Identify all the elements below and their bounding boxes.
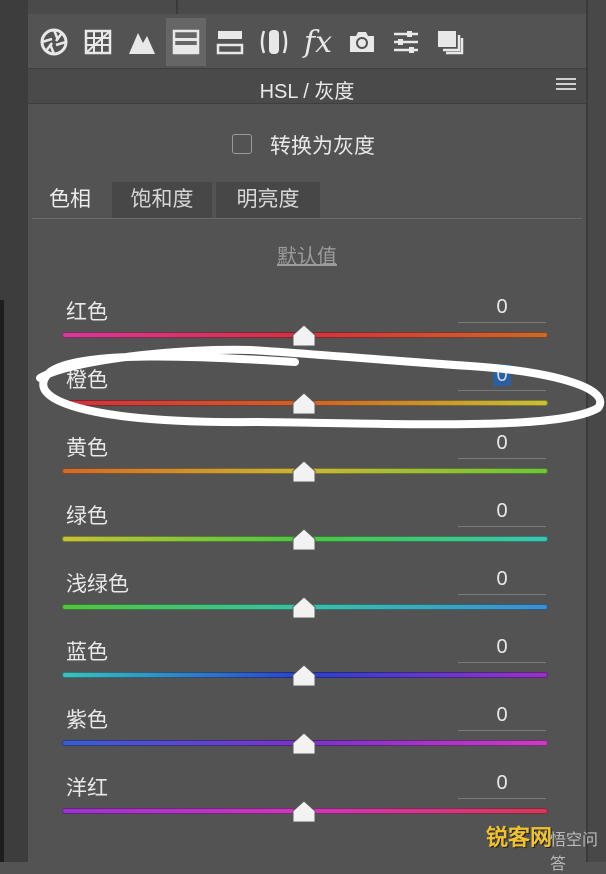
slider-row: 黄色 0	[28, 432, 586, 492]
presets-sliders-tab[interactable]	[386, 18, 426, 66]
split-tone-tab[interactable]	[210, 18, 250, 66]
slider-label: 橙色	[66, 369, 108, 392]
panel-title: HSL / 灰度	[259, 81, 355, 103]
presets-icon	[438, 31, 464, 55]
slider-value-input[interactable]: 0	[458, 704, 546, 731]
slider-value-input[interactable]: 0	[458, 568, 546, 595]
basic-tab-aperture-icon[interactable]	[34, 18, 74, 66]
panel-toolbar: fx	[28, 16, 586, 68]
tone-curve-grid-icon[interactable]	[78, 18, 118, 66]
slider-value-input[interactable]: 0	[458, 432, 546, 459]
convert-grayscale-checkbox[interactable]	[232, 134, 252, 154]
hsl-tab[interactable]	[166, 18, 206, 66]
slider-value-input[interactable]: 0	[458, 772, 546, 799]
slider-label: 蓝色	[66, 641, 108, 664]
panel-header: HSL / 灰度	[28, 68, 586, 104]
slider-thumb[interactable]	[292, 460, 316, 484]
right-scrollbar[interactable]	[586, 0, 606, 862]
slider-value-input[interactable]: 0	[458, 636, 546, 663]
detail-mountain-icon[interactable]	[122, 18, 162, 66]
slider-value-input[interactable]: 0	[458, 296, 546, 323]
aperture-icon	[40, 28, 68, 56]
slider-row: 绿色 0	[28, 500, 586, 560]
slider-row: 蓝色 0	[28, 636, 586, 696]
slider-thumb[interactable]	[292, 800, 316, 824]
effects-tab[interactable]: fx	[298, 18, 338, 66]
slider-value-text: 0	[496, 568, 508, 590]
slider-row: 浅绿色 0	[28, 568, 586, 628]
slider-thumb[interactable]	[292, 528, 316, 552]
default-link[interactable]: 默认值	[28, 240, 586, 269]
slider-label: 紫色	[66, 709, 108, 732]
watermark: 锐客网 悟空问答	[480, 818, 606, 873]
camera-icon	[350, 32, 374, 52]
hsl-subtabs: 色相 饱和度 明亮度	[32, 182, 582, 219]
sliders-icon	[394, 31, 418, 53]
hsl-panel: fx HSL / 灰度 转换为灰度 色相 饱和度 明亮度 默认值 红色 0 橙色…	[28, 0, 586, 862]
slider-value-text: 0	[496, 704, 508, 726]
lens-icon	[260, 30, 288, 54]
slider-thumb[interactable]	[292, 596, 316, 620]
tab-saturation[interactable]: 饱和度	[112, 182, 212, 218]
watermark-subtext: 悟空问答	[550, 832, 599, 873]
slider-label: 红色	[66, 301, 108, 324]
convert-grayscale-row: 转换为灰度	[28, 128, 586, 162]
tab-hue[interactable]: 色相	[32, 182, 108, 218]
slider-row: 红色 0	[28, 296, 586, 356]
slider-value-input[interactable]: 0	[458, 364, 546, 391]
mountain-icon	[129, 33, 155, 54]
slider-thumb[interactable]	[292, 664, 316, 688]
fx-icon: fx	[303, 24, 333, 60]
calibration-tab[interactable]	[342, 18, 382, 66]
slider-value-text: 0	[496, 500, 508, 522]
lens-tab[interactable]	[254, 18, 294, 66]
convert-grayscale-label: 转换为灰度	[270, 135, 375, 158]
slider-thumb[interactable]	[292, 392, 316, 416]
slider-label: 黄色	[66, 437, 108, 460]
grid-icon	[84, 29, 112, 55]
slider-label: 洋红	[66, 777, 108, 800]
slider-thumb[interactable]	[292, 732, 316, 756]
left-panel-edge	[0, 0, 28, 862]
top-separator	[176, 0, 178, 14]
slider-value-input[interactable]: 0	[458, 500, 546, 527]
split-tone-icon	[216, 31, 244, 55]
panel-menu-icon[interactable]	[556, 78, 576, 94]
snapshots-tab[interactable]	[430, 18, 470, 66]
panel-top-bar	[28, 0, 586, 14]
slider-value-text: 0	[496, 636, 508, 658]
tab-luminance[interactable]: 明亮度	[216, 182, 320, 218]
slider-row: 紫色 0	[28, 704, 586, 764]
slider-thumb[interactable]	[292, 324, 316, 348]
slider-row: 橙色 0	[28, 364, 586, 424]
slider-label: 绿色	[66, 505, 108, 528]
watermark-text: 锐客网	[486, 825, 553, 850]
hsl-icon	[172, 29, 200, 55]
slider-value-text: 0	[496, 772, 508, 794]
slider-value-text: 0	[493, 364, 511, 386]
dark-edge	[0, 300, 4, 862]
slider-label: 浅绿色	[66, 573, 129, 596]
slider-value-text: 0	[496, 432, 508, 454]
slider-value-text: 0	[496, 296, 508, 318]
